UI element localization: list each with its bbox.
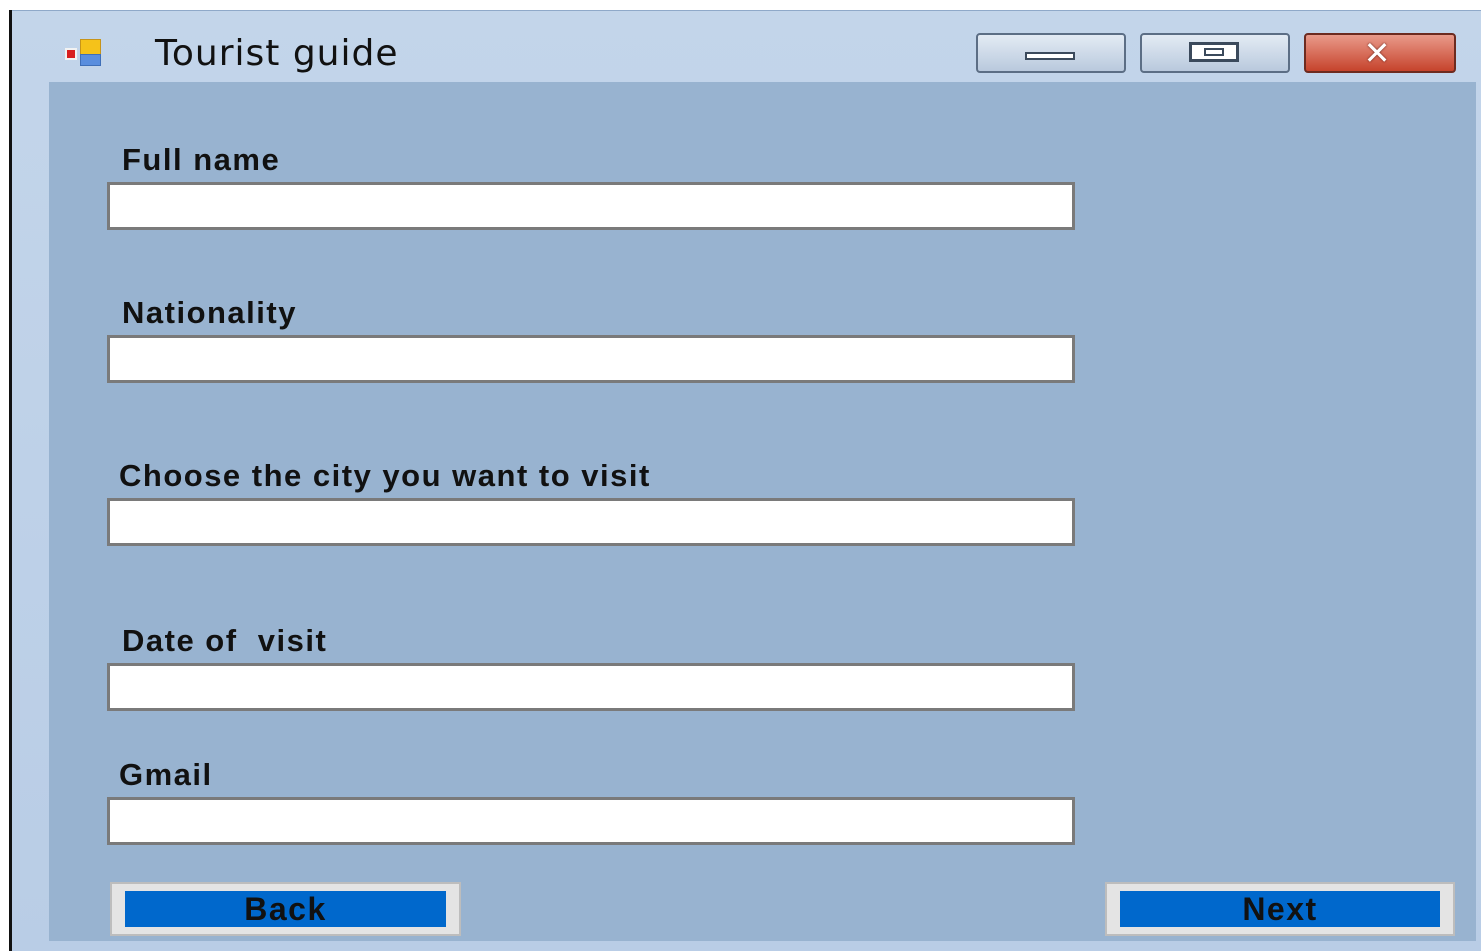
full-name-input[interactable]: [107, 182, 1075, 230]
application-icon[interactable]: [65, 39, 101, 67]
form-panel: Full name Nationality Choose the city yo…: [49, 82, 1476, 941]
title-bar[interactable]: Tourist guide ✕: [12, 11, 1481, 81]
application-icon-red-square: [65, 48, 77, 60]
next-button[interactable]: Next: [1105, 882, 1455, 936]
screen: Tourist guide ✕ Full name Nationality Ch…: [0, 0, 1481, 951]
application-icon-blue-square: [80, 54, 101, 66]
minimize-icon: [1025, 52, 1075, 60]
window-title: Tourist guide: [155, 33, 399, 74]
date-of-visit-input[interactable]: [107, 663, 1075, 711]
full-name-label: Full name: [122, 142, 281, 177]
back-button-label: Back: [125, 891, 446, 927]
gmail-label: Gmail: [119, 757, 213, 792]
back-button[interactable]: Back: [110, 882, 461, 936]
maximize-icon: [1189, 42, 1239, 62]
gmail-input[interactable]: [107, 797, 1075, 845]
date-of-visit-label: Date of visit: [122, 623, 328, 658]
nationality-label: Nationality: [122, 295, 297, 330]
close-icon: ✕: [1363, 34, 1397, 72]
nationality-input[interactable]: [107, 335, 1075, 383]
close-button[interactable]: ✕: [1304, 33, 1456, 73]
tourist-guide-window: Tourist guide ✕ Full name Nationality Ch…: [12, 10, 1481, 951]
application-icon-yellow-square: [80, 39, 101, 55]
maximize-button[interactable]: [1140, 33, 1290, 73]
city-input[interactable]: [107, 498, 1075, 546]
minimize-button[interactable]: [976, 33, 1126, 73]
city-label: Choose the city you want to visit: [119, 458, 651, 493]
next-button-label: Next: [1120, 891, 1440, 927]
